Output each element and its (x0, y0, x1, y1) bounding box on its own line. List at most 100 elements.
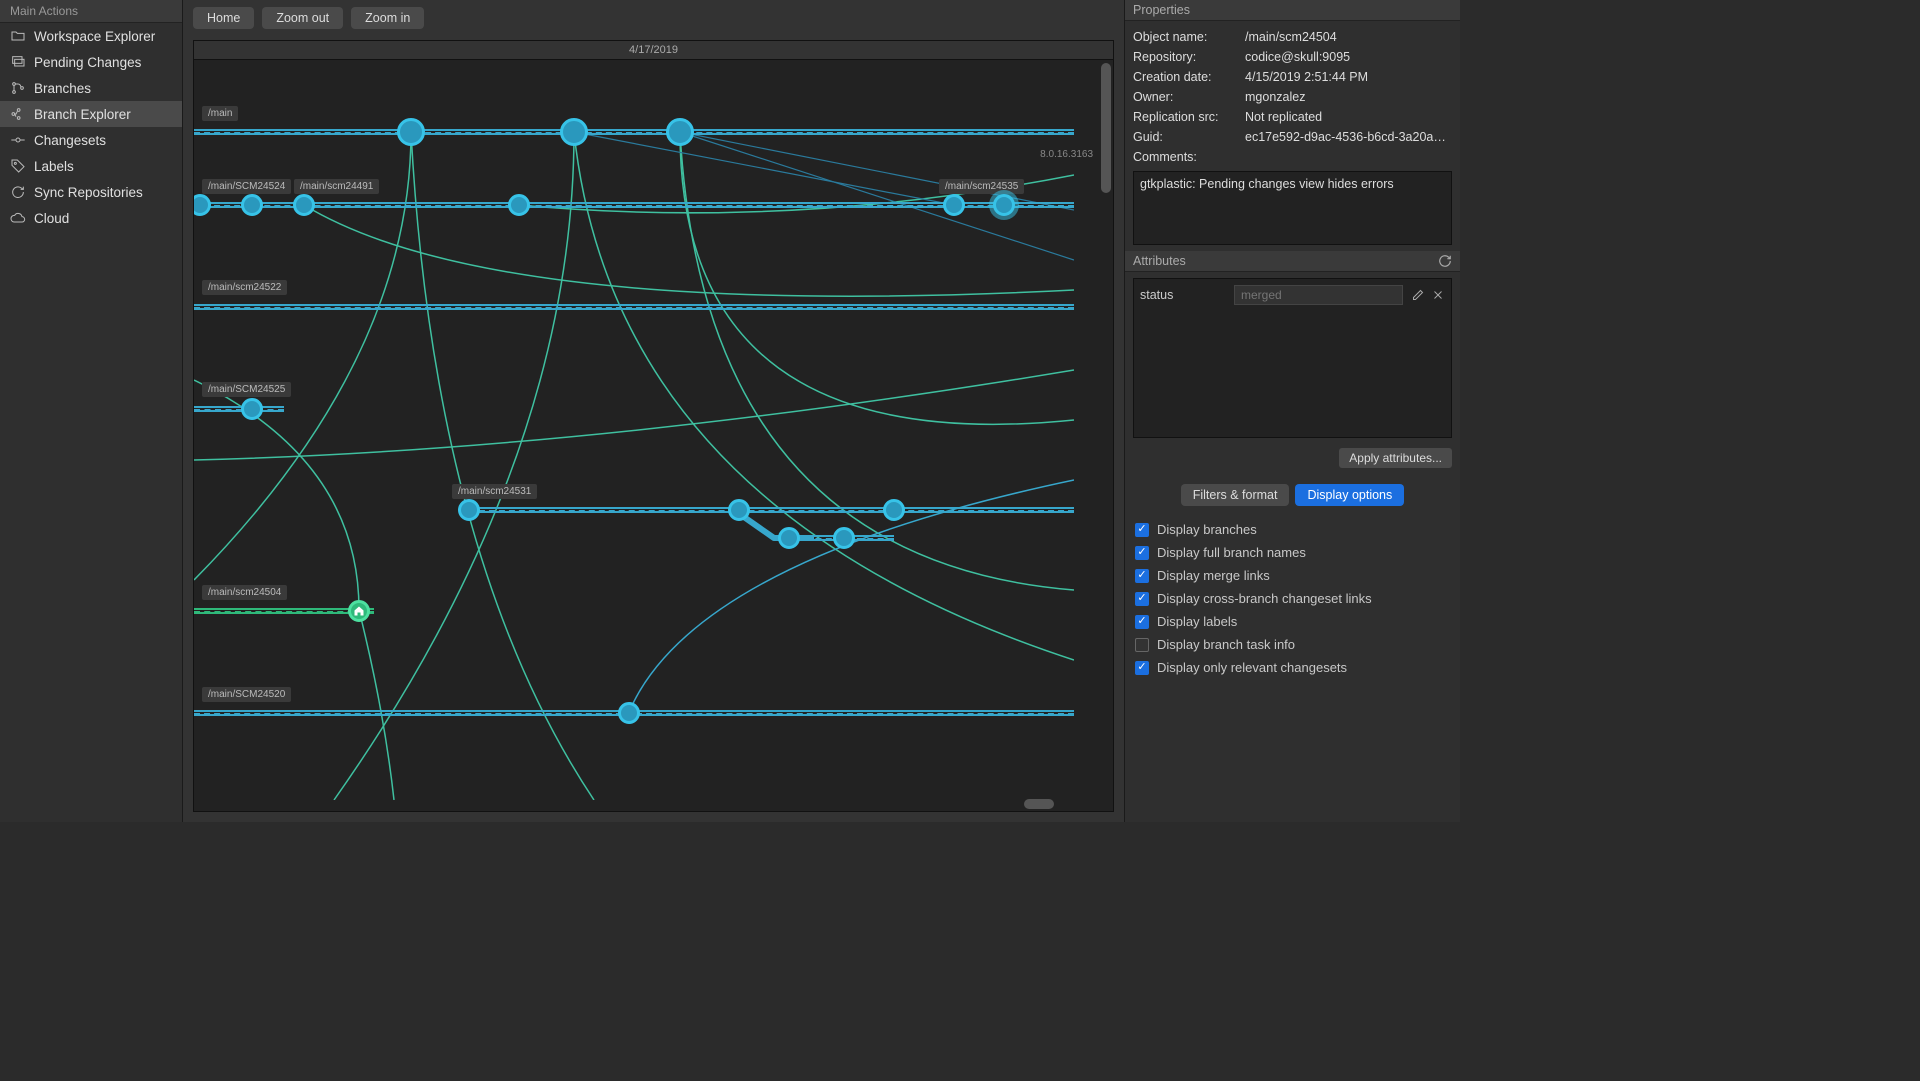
attribute-row: status (1140, 285, 1445, 305)
display-option[interactable]: Display full branch names (1135, 541, 1450, 564)
changeset-node[interactable] (618, 702, 640, 724)
changeset-node[interactable] (293, 194, 315, 216)
property-value: mgonzalez (1245, 90, 1452, 104)
branch-label[interactable]: /main/scm24531 (452, 484, 537, 499)
branch-label[interactable]: /main (202, 106, 238, 121)
folder-icon (10, 28, 26, 44)
sidebar: Main Actions Workspace ExplorerPending C… (0, 0, 183, 822)
display-option[interactable]: Display only relevant changesets (1135, 656, 1450, 679)
checkbox-label: Display merge links (1157, 568, 1270, 583)
branch-label[interactable]: /main/SCM24520 (202, 687, 291, 702)
changeset-node[interactable] (508, 194, 530, 216)
edit-icon[interactable] (1411, 288, 1425, 302)
changeset-node[interactable] (241, 194, 263, 216)
property-value: Not replicated (1245, 110, 1452, 124)
changeset-node[interactable] (397, 118, 425, 146)
changesets-icon (10, 132, 26, 148)
refresh-icon[interactable] (1438, 254, 1452, 268)
sidebar-item-cloud[interactable]: Cloud (0, 205, 182, 231)
home-button[interactable]: Home (193, 7, 254, 29)
attributes-body: status (1133, 278, 1452, 438)
display-option[interactable]: Display labels (1135, 610, 1450, 633)
changeset-node[interactable] (666, 118, 694, 146)
branch-label[interactable]: /main/scm24504 (202, 585, 287, 600)
property-key: Creation date: (1133, 70, 1245, 84)
property-key: Replication src: (1133, 110, 1245, 124)
sidebar-item-label: Labels (34, 159, 74, 174)
zoom-out-button[interactable]: Zoom out (262, 7, 343, 29)
sidebar-item-sync-repositories[interactable]: Sync Repositories (0, 179, 182, 205)
branch-line (194, 406, 284, 412)
property-key: Owner: (1133, 90, 1245, 104)
sidebar-item-pending-changes[interactable]: Pending Changes (0, 49, 182, 75)
branch-label[interactable]: /main/scm24491 (294, 179, 379, 194)
branch-line (194, 129, 1074, 135)
checkbox[interactable] (1135, 523, 1149, 537)
changeset-node[interactable] (833, 527, 855, 549)
branch-line (194, 202, 1074, 208)
comments-box[interactable]: gtkplastic: Pending changes view hides e… (1133, 171, 1452, 245)
tab-display-options[interactable]: Display options (1295, 484, 1404, 506)
tabs: Filters & format Display options (1125, 476, 1460, 514)
property-row: Creation date:4/15/2019 2:51:44 PM (1133, 67, 1452, 87)
branch-explorer-canvas[interactable]: 4/17/2019 /main (193, 40, 1114, 812)
sidebar-item-branch-explorer[interactable]: Branch Explorer (0, 101, 182, 127)
sidebar-item-label: Cloud (34, 211, 69, 226)
sidebar-item-branches[interactable]: Branches (0, 75, 182, 101)
checkbox-label: Display full branch names (1157, 545, 1306, 560)
changeset-node[interactable] (728, 499, 750, 521)
property-value: 4/15/2019 2:51:44 PM (1245, 70, 1452, 84)
changeset-node[interactable] (883, 499, 905, 521)
branch-label[interactable]: /main/SCM24525 (202, 382, 291, 397)
zoom-in-button[interactable]: Zoom in (351, 7, 424, 29)
property-value: ec17e592-d9ac-4536-b6cd-3a20aab5a25f (1245, 130, 1452, 144)
display-option[interactable]: Display branches (1135, 518, 1450, 541)
sidebar-item-label: Workspace Explorer (34, 29, 155, 44)
checkbox-label: Display cross-branch changeset links (1157, 591, 1372, 606)
checkbox[interactable] (1135, 661, 1149, 675)
changeset-node[interactable] (943, 194, 965, 216)
labels-icon (10, 158, 26, 174)
property-row: Guid:ec17e592-d9ac-4536-b6cd-3a20aab5a25… (1133, 127, 1452, 147)
property-key: Guid: (1133, 130, 1245, 144)
properties-body: Object name:/main/scm24504Repository:cod… (1125, 21, 1460, 251)
display-option[interactable]: Display merge links (1135, 564, 1450, 587)
attribute-value-input[interactable] (1234, 285, 1403, 305)
explorer-icon (10, 106, 26, 122)
checkbox[interactable] (1135, 638, 1149, 652)
changeset-node[interactable] (241, 398, 263, 420)
display-option[interactable]: Display cross-branch changeset links (1135, 587, 1450, 610)
branch-label[interactable]: /main/SCM24524 (202, 179, 291, 194)
checkbox-label: Display branch task info (1157, 637, 1295, 652)
branch-line (194, 304, 1074, 310)
changeset-node[interactable] (560, 118, 588, 146)
close-icon[interactable] (1431, 288, 1445, 302)
checkbox-label: Display only relevant changesets (1157, 660, 1347, 675)
canvas-scrollbar-horizontal[interactable] (1024, 799, 1054, 809)
toolbar: Home Zoom out Zoom in (183, 0, 1124, 36)
display-option[interactable]: Display branch task info (1135, 633, 1450, 656)
canvas-date-header: 4/17/2019 (194, 41, 1113, 60)
checkbox[interactable] (1135, 546, 1149, 560)
branch-label[interactable]: /main/scm24522 (202, 280, 287, 295)
changeset-node[interactable] (458, 499, 480, 521)
sidebar-item-label: Branch Explorer (34, 107, 131, 122)
sidebar-item-labels[interactable]: Labels (0, 153, 182, 179)
branch-label[interactable]: /main/scm24535 (939, 179, 1024, 194)
apply-attributes-button[interactable]: Apply attributes... (1339, 448, 1452, 468)
changeset-node[interactable] (993, 194, 1015, 216)
property-row: Replication src:Not replicated (1133, 107, 1452, 127)
checkbox[interactable] (1135, 569, 1149, 583)
home-changeset-node[interactable] (348, 600, 370, 622)
checkbox[interactable] (1135, 592, 1149, 606)
checkbox[interactable] (1135, 615, 1149, 629)
checkbox-label: Display labels (1157, 614, 1237, 629)
branch-line (459, 507, 1074, 513)
sidebar-item-workspace-explorer[interactable]: Workspace Explorer (0, 23, 182, 49)
canvas-scrollbar-vertical[interactable] (1101, 63, 1111, 193)
sidebar-item-changesets[interactable]: Changesets (0, 127, 182, 153)
tab-filters-format[interactable]: Filters & format (1181, 484, 1290, 506)
display-options-list: Display branches Display full branch name… (1125, 514, 1460, 689)
attributes-header: Attributes (1125, 251, 1460, 272)
changeset-node[interactable] (778, 527, 800, 549)
